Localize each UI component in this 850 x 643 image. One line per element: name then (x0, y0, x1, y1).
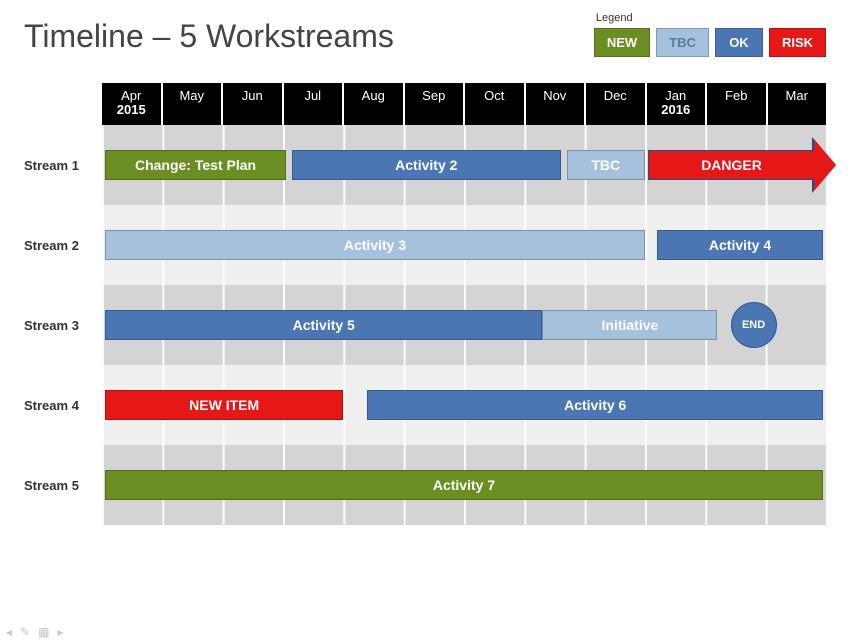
month-feb: Feb (707, 83, 768, 125)
timeline-bar: Activity 6 (367, 390, 823, 420)
end-milestone: END (731, 302, 777, 348)
months-header: Apr2015MayJunJulAugSepOctNovDecJan2016Fe… (102, 83, 826, 125)
month-nov: Nov (526, 83, 587, 125)
month-may: May (163, 83, 224, 125)
legend-label: Legend (596, 12, 826, 24)
next-icon[interactable]: ▸ (57, 625, 63, 639)
timeline-bar: NEW ITEM (105, 390, 343, 420)
timeline-chart: Apr2015MayJunJulAugSepOctNovDecJan2016Fe… (24, 83, 826, 525)
stream-lane: Change: Test PlanActivity 2TBCDANGER (102, 125, 826, 205)
legend-new: NEW (594, 28, 650, 57)
month-jun: Jun (223, 83, 284, 125)
month-mar: Mar (768, 83, 827, 125)
stream-lane: Activity 7 (102, 445, 826, 525)
stream-row: Stream 4NEW ITEM Activity 6 (24, 365, 826, 445)
stream-lane: Activity 3 Activity 4 (102, 205, 826, 285)
timeline-bar: Change: Test Plan (105, 150, 286, 180)
stream-label: Stream 2 (24, 238, 102, 253)
stream-row: Stream 1Change: Test PlanActivity 2TBCDA… (24, 125, 826, 205)
timeline-bar: Activity 4 (657, 230, 823, 260)
legend: Legend NEWTBCOKRISK (594, 12, 826, 57)
prev-icon[interactable]: ◂ (6, 625, 12, 639)
edit-icon[interactable]: ✎ (20, 625, 30, 639)
legend-risk: RISK (769, 28, 826, 57)
month-jan: Jan2016 (647, 83, 708, 125)
legend-tbc: TBC (656, 28, 709, 57)
month-aug: Aug (344, 83, 405, 125)
stream-label: Stream 4 (24, 398, 102, 413)
footer-controls: ◂ ✎ ▦ ▸ (6, 625, 63, 639)
stream-label: Stream 3 (24, 318, 102, 333)
timeline-bar: Activity 3 (105, 230, 645, 260)
timeline-bar: Initiative (542, 310, 717, 340)
stream-lane: NEW ITEM Activity 6 (102, 365, 826, 445)
stream-row: Stream 2Activity 3 Activity 4 (24, 205, 826, 285)
month-sep: Sep (405, 83, 466, 125)
timeline-bar: Activity 5 (105, 310, 542, 340)
timeline-bar: Activity 2 (292, 150, 560, 180)
legend-ok: OK (715, 28, 763, 57)
month-oct: Oct (465, 83, 526, 125)
page-title: Timeline – 5 Workstreams (24, 18, 594, 55)
month-apr: Apr2015 (102, 83, 163, 125)
stream-label: Stream 1 (24, 158, 102, 173)
stream-label: Stream 5 (24, 478, 102, 493)
timeline-bar: TBC (567, 150, 645, 180)
grid-icon[interactable]: ▦ (38, 625, 49, 639)
timeline-bar: Activity 7 (105, 470, 823, 500)
month-dec: Dec (586, 83, 647, 125)
stream-lane: Activity 5Initiative END (102, 285, 826, 365)
timeline-arrow: DANGER (648, 150, 832, 180)
month-jul: Jul (284, 83, 345, 125)
stream-row: Stream 3Activity 5Initiative END (24, 285, 826, 365)
stream-row: Stream 5Activity 7 (24, 445, 826, 525)
